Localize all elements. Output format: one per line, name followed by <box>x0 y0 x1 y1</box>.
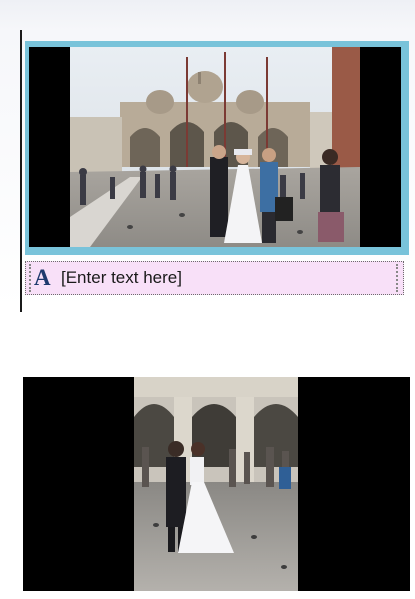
slide-thumbnail-2[interactable] <box>23 377 410 591</box>
caption-text-box[interactable]: A [Enter text here] <box>25 261 404 295</box>
text-style-icon: A <box>34 265 51 290</box>
caption-placeholder[interactable]: [Enter text here] <box>61 268 182 288</box>
slide-thumbnail-1-canvas <box>29 47 401 247</box>
slide-thumbnail-1[interactable] <box>25 41 409 255</box>
slide-1-photo <box>70 47 360 247</box>
insertion-marker <box>20 30 22 312</box>
caption-right-handle <box>396 264 400 292</box>
slide-2-photo <box>134 377 298 591</box>
caption-left-handle <box>29 264 33 292</box>
